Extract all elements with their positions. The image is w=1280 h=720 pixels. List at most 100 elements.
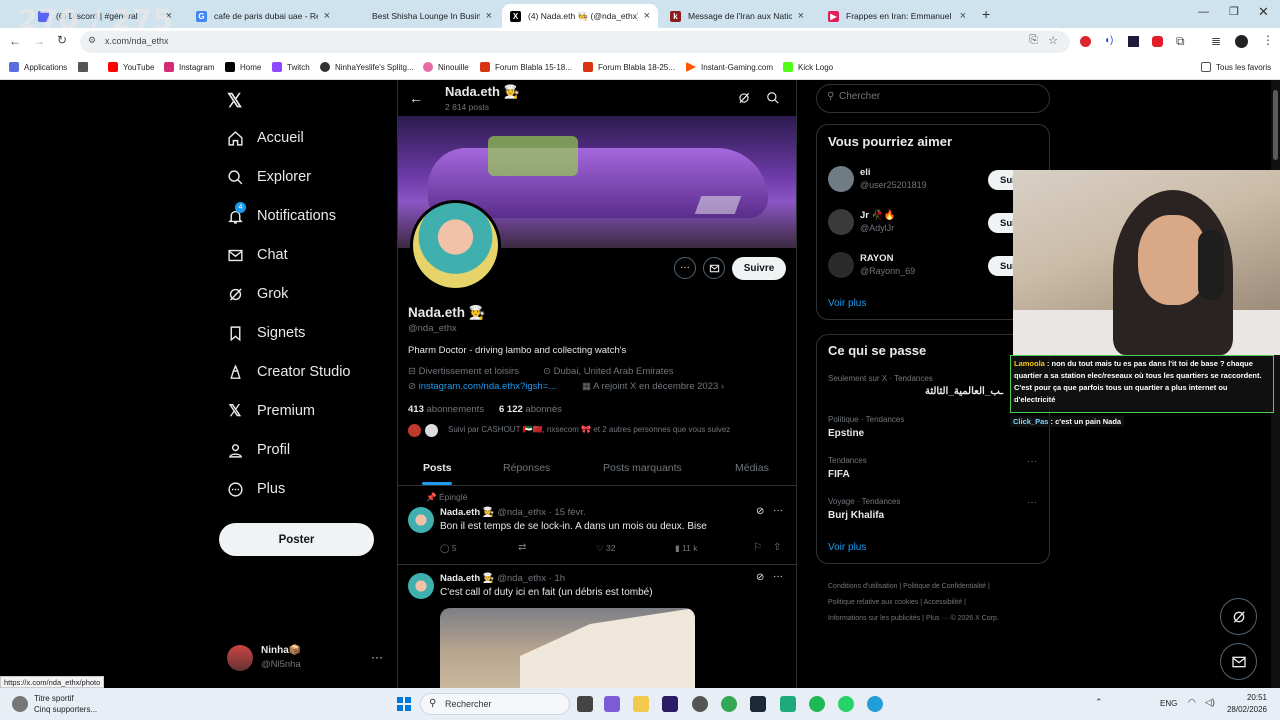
bookmark-item[interactable]: NinhaYeslife's Splitg... xyxy=(320,62,414,72)
suggestion-avatar[interactable] xyxy=(828,209,854,235)
message-icon[interactable] xyxy=(703,257,725,279)
post-avatar[interactable] xyxy=(408,573,434,599)
bookmark-item[interactable]: Forum Blabla 15-18... xyxy=(480,62,572,72)
grok-float-button[interactable] xyxy=(1220,598,1257,635)
more-options-icon[interactable]: ··· xyxy=(674,257,696,279)
close-icon[interactable]: × xyxy=(644,10,650,22)
window-close-icon[interactable]: ✕ xyxy=(1258,4,1269,20)
bookmark-item[interactable] xyxy=(78,62,93,72)
search-icon[interactable] xyxy=(766,91,780,110)
menu-icon[interactable]: ⋮ xyxy=(1262,33,1274,47)
obs-icon[interactable] xyxy=(692,696,708,712)
bookmark-item[interactable]: YouTube xyxy=(108,62,154,72)
nav-item-plus[interactable]: Plus xyxy=(226,480,285,498)
extension-icon[interactable] xyxy=(1128,36,1139,47)
back-icon[interactable]: ← xyxy=(9,34,21,48)
browser-tab[interactable]: Gcafe de paris dubai uae - Recherche× xyxy=(188,4,338,28)
browser-tab[interactable]: ▶Frappes en Iran: Emmanuel Macron× xyxy=(820,4,974,28)
account-menu-icon[interactable]: ··· xyxy=(371,650,383,664)
close-icon[interactable]: × xyxy=(798,10,804,22)
footer-link[interactable]: Politique de Confidentialité xyxy=(903,583,986,590)
steam-icon[interactable] xyxy=(750,696,766,712)
nav-item-grok[interactable]: Grok xyxy=(226,285,288,303)
language-indicator[interactable]: ENG xyxy=(1160,699,1177,708)
extension-icon[interactable] xyxy=(1152,36,1163,47)
profile-link[interactable]: ⊘ instagram.com/nda.ethx?igsh=... xyxy=(408,381,556,392)
task-view-icon[interactable] xyxy=(577,696,593,712)
bookmark-icon[interactable]: ⚐ xyxy=(753,542,762,553)
minimize-icon[interactable]: — xyxy=(1198,6,1209,18)
tab-posts-marquants[interactable]: Posts marquants xyxy=(603,462,682,474)
clock-time[interactable]: 20:51 xyxy=(1227,693,1267,702)
nav-item-explorer[interactable]: Explorer xyxy=(226,168,311,186)
suggestion-avatar[interactable] xyxy=(828,252,854,278)
opera-extension-icon[interactable] xyxy=(1080,36,1091,47)
post-more-icon[interactable]: ··· xyxy=(773,571,783,582)
see-more-link[interactable]: Voir plus xyxy=(828,298,866,309)
bookmark-item[interactable]: Instagram xyxy=(164,62,215,72)
star-icon[interactable]: ☆ xyxy=(1048,34,1058,47)
nav-item-notifications[interactable]: 4 Notifications xyxy=(226,202,336,225)
nav-item-profil[interactable]: Profil xyxy=(226,441,290,459)
footer-link[interactable]: Politique relative aux cookies xyxy=(828,599,918,606)
forward-icon[interactable]: → xyxy=(33,34,45,48)
suggestion-avatar[interactable] xyxy=(828,166,854,192)
tab-posts[interactable]: Posts xyxy=(423,462,452,474)
reply-button[interactable]: ◯ 5 xyxy=(440,543,457,554)
post-button[interactable]: Poster xyxy=(219,523,374,556)
search-input[interactable] xyxy=(839,91,1039,102)
reload-icon[interactable]: ↻ xyxy=(57,33,67,47)
maximize-icon[interactable]: ❐ xyxy=(1229,5,1239,18)
bookmark-item[interactable]: Applications xyxy=(9,62,67,72)
nav-item-premium[interactable]: 𝕏 Premium xyxy=(226,402,315,420)
nav-item-creator-studio[interactable]: Creator Studio xyxy=(226,363,351,381)
close-icon[interactable]: × xyxy=(960,10,966,22)
wifi-icon[interactable]: ◠ xyxy=(1188,697,1196,708)
repost-icon[interactable]: ⇄ xyxy=(518,542,526,553)
post-avatar[interactable] xyxy=(408,507,434,533)
media-icon[interactable]: ≣ xyxy=(1211,34,1221,48)
url-field[interactable]: ⚙ x.com/nda_ethx ⎘ ☆ xyxy=(80,31,1070,53)
close-icon[interactable]: × xyxy=(324,10,330,22)
like-button[interactable]: ♡ 32 xyxy=(596,543,615,554)
footer-link[interactable]: Plus ··· xyxy=(926,615,949,622)
bookmark-item[interactable]: Instant-Gaming.com xyxy=(686,62,773,72)
bookmark-item[interactable]: Kick Logo xyxy=(783,62,833,72)
install-icon[interactable]: ⎘ xyxy=(1029,34,1038,47)
nav-item-chat[interactable]: Chat xyxy=(226,246,288,264)
bookmark-item[interactable]: Forum Blabla 18-25... xyxy=(583,62,675,72)
post-video[interactable] xyxy=(440,608,695,688)
site-info-icon[interactable]: ⚙ xyxy=(88,35,96,46)
browser-tab-active[interactable]: X(4) Nada.eth 🧑‍🍳 (@nda_ethx) / X× xyxy=(502,4,658,28)
bookmark-item[interactable]: Home xyxy=(225,62,261,72)
messages-float-button[interactable] xyxy=(1220,643,1257,680)
bookmark-item[interactable]: Twitch xyxy=(272,62,310,72)
grok-post-icon[interactable]: ⊘ xyxy=(756,572,764,583)
puzzle-icon[interactable]: ⧉ xyxy=(1176,34,1185,49)
profile-avatar-icon[interactable] xyxy=(1235,35,1248,48)
telegram-icon[interactable] xyxy=(867,696,883,712)
trend-name[interactable]: ـب_العالمية_الثالثة xyxy=(925,386,1003,397)
footer-link[interactable]: Conditions d'utilisation xyxy=(828,583,897,590)
trend-more-icon[interactable]: ··· xyxy=(1027,497,1037,508)
tray-overflow-icon[interactable]: ⌃ xyxy=(1095,697,1103,708)
bookmark-item[interactable]: Ninouille xyxy=(423,62,469,72)
file-explorer-icon[interactable] xyxy=(633,696,649,712)
chrome-icon[interactable] xyxy=(721,696,737,712)
trend-name[interactable]: FIFA xyxy=(828,469,850,480)
followed-by-text[interactable]: Suivi par CASHOUT 🇦🇪🇲🇦, nxsecom 🎀 et 2 a… xyxy=(448,425,730,434)
share-icon[interactable]: ⇧ xyxy=(773,542,781,553)
see-more-link[interactable]: Voir plus xyxy=(828,542,866,553)
browser-tab[interactable]: Best Shisha Lounge In Business Bay× xyxy=(346,4,500,28)
trend-more-icon[interactable]: ··· xyxy=(1027,456,1037,467)
post-more-icon[interactable]: ··· xyxy=(773,505,783,516)
followers-link[interactable]: 6 122 abonnés xyxy=(499,404,562,415)
audio-extension-icon[interactable]: ◖) xyxy=(1104,35,1113,46)
taskbar-search[interactable]: ⚲ Rechercher xyxy=(420,693,570,715)
grok-profile-icon[interactable] xyxy=(737,91,751,110)
browser-tab[interactable]: kMessage de l'Iran aux Nations Unies× xyxy=(662,4,812,28)
close-icon[interactable]: × xyxy=(486,10,492,22)
weather-title[interactable]: Titre sportif xyxy=(34,694,74,703)
clock-date[interactable]: 28/02/2026 xyxy=(1222,705,1267,714)
scrollbar-thumb[interactable] xyxy=(1273,90,1278,160)
